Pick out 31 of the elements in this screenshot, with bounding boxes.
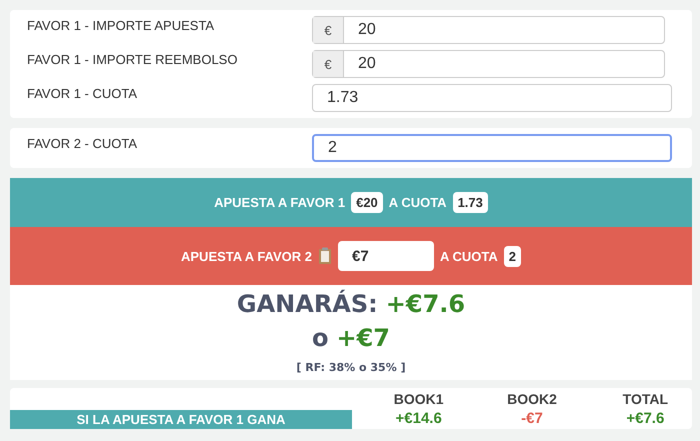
table-cell-text: +€7.6 <box>625 410 666 429</box>
column-header: TOTAL <box>622 391 670 407</box>
bet-label: APUESTA A FAVOR 2 <box>181 248 312 264</box>
field-label: FAVOR 1 - IMPORTE REEMBOLSO <box>27 51 238 67</box>
field-label: FAVOR 2 - CUOTA <box>27 135 138 151</box>
column-header: BOOK1 <box>392 391 445 407</box>
field-label: FAVOR 1 - IMPORTE APUESTA <box>27 17 216 33</box>
clipboard-icon[interactable] <box>318 247 332 265</box>
amount-field[interactable]: €7 <box>338 241 434 271</box>
profit-value: +€7.6 <box>386 289 466 320</box>
amount-chip: €20 <box>351 192 383 213</box>
odds-label: A CUOTA <box>388 195 447 210</box>
field-label: FAVOR 1 - CUOTA <box>27 85 138 101</box>
currency-prefix: € <box>313 51 344 77</box>
table-cell-text: +€14.6 <box>394 410 443 429</box>
odds-label: A CUOTA <box>440 248 498 264</box>
column-header: BOOK2 <box>506 391 558 407</box>
odds-chip: 1.73 <box>452 192 488 213</box>
input-field[interactable]: € 20 <box>312 50 665 78</box>
or-text: o <box>312 323 328 354</box>
input-field[interactable]: € 20 <box>312 16 665 44</box>
currency-prefix: € <box>313 17 344 43</box>
bet-label: APUESTA A FAVOR 1 <box>214 195 346 210</box>
input-field[interactable]: 1.73 <box>312 84 672 112</box>
odds-chip: 2 <box>504 246 521 266</box>
row-label: SI LA APUESTA A FAVOR 1 GANA <box>10 410 352 429</box>
rf-text: [ RF: 38% o 35% ] <box>296 361 406 374</box>
input-field[interactable]: 2 <box>312 134 672 162</box>
table-cell-text: -€7 <box>520 410 544 429</box>
profit-value: +€7 <box>336 323 390 354</box>
result-label: GANARÁS: <box>236 288 378 320</box>
